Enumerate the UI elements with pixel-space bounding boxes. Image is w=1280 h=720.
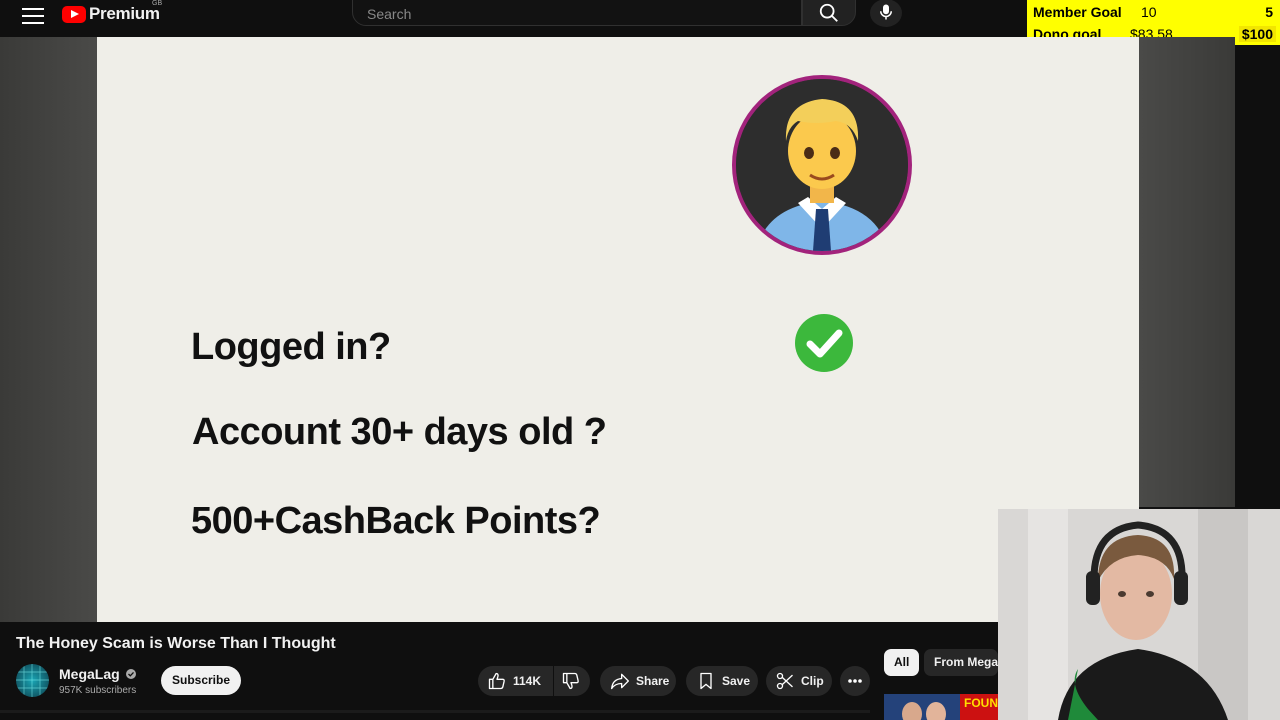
video-background-right (1139, 37, 1235, 507)
member-goal-current: 10 (1141, 4, 1157, 20)
like-count: 114K (513, 674, 542, 688)
logo-region: GB (152, 0, 163, 7)
logo-text: Premium (89, 4, 160, 23)
subscribe-button[interactable]: Subscribe (161, 666, 241, 695)
share-icon (611, 673, 629, 690)
question-logged-in: Logged in? (191, 326, 391, 368)
member-goal-label: Member Goal (1033, 4, 1122, 20)
scissors-icon (776, 672, 793, 690)
search-input[interactable] (365, 5, 789, 23)
chip-from-channel[interactable]: From MegaLag (924, 649, 998, 676)
man-office-worker-icon (732, 75, 912, 255)
video-title: The Honey Scam is Worse Than I Thought (16, 635, 336, 652)
thumbs-up-icon (488, 672, 505, 690)
channel-avatar[interactable] (16, 664, 49, 697)
member-goal-target: 5 (1265, 4, 1273, 20)
dono-goal-target: $100 (1238, 26, 1276, 42)
share-label: Share (636, 674, 670, 688)
dislike-button[interactable] (554, 666, 590, 696)
channel-name[interactable]: MegaLag (59, 666, 136, 682)
menu-icon[interactable] (20, 3, 46, 27)
video-slide: Logged in? Account 30+ days old ? 500+Ca… (97, 37, 1139, 622)
more-horizontal-icon (848, 679, 862, 683)
video-background-left (0, 37, 97, 622)
webcam-overlay (998, 509, 1280, 720)
save-label: Save (722, 674, 751, 688)
recommended-video-thumbnail[interactable]: FOUN (884, 694, 998, 720)
microphone-icon (880, 4, 892, 20)
bookmark-icon (700, 672, 712, 690)
share-button[interactable]: Share (600, 666, 676, 696)
youtube-play-icon (62, 5, 86, 23)
voice-search-button[interactable] (870, 0, 902, 27)
subscriber-count: 957K subscribers (59, 685, 137, 696)
channel-name-text: MegaLag (59, 666, 120, 682)
verified-icon (125, 669, 136, 679)
clip-button[interactable]: Clip (766, 666, 832, 696)
youtube-premium-logo[interactable]: Premium (62, 4, 160, 24)
search-icon (819, 3, 838, 22)
search-button[interactable] (802, 0, 856, 26)
question-account-age: Account 30+ days old ? (192, 411, 607, 453)
page-divider (0, 710, 870, 713)
green-check-icon (795, 314, 853, 372)
more-actions-button[interactable] (840, 666, 870, 696)
thumbnail-text: FOUN (964, 696, 998, 710)
member-goal-row: Member Goal 10 5 (1027, 0, 1280, 22)
question-cashback-points: 500+CashBack Points? (191, 500, 601, 542)
save-button[interactable]: Save (686, 666, 758, 696)
search-box (352, 0, 802, 26)
chip-all[interactable]: All (884, 649, 920, 676)
clip-label: Clip (801, 674, 824, 688)
thumbs-down-icon (562, 672, 579, 690)
like-button[interactable]: 114K (478, 666, 553, 696)
